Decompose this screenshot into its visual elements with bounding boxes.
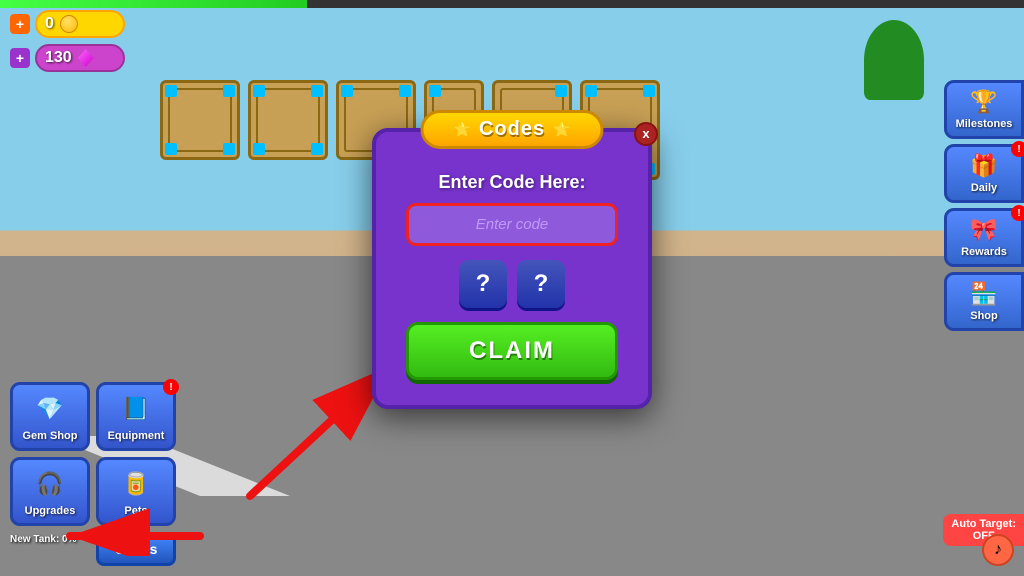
- crate-dot: [585, 85, 597, 97]
- shop-button[interactable]: 🏪 Shop: [944, 272, 1024, 331]
- milestones-icon: 🏆: [970, 89, 997, 115]
- mystery-icon-1: ?: [476, 270, 491, 298]
- right-side-menu: 🏆 Milestones ! 🎁 Daily ! 🎀 Rewards 🏪 Sho…: [944, 80, 1024, 331]
- rewards-label: Rewards: [961, 246, 1007, 258]
- modal-close-button[interactable]: x: [634, 122, 658, 146]
- pets-button[interactable]: 🥫 Pets: [96, 457, 176, 526]
- star-left-icon: ⭐: [454, 121, 471, 138]
- coin-bar: + 0: [10, 10, 125, 38]
- star-right-icon: ⭐: [553, 121, 570, 138]
- mystery-icon-2: ?: [534, 270, 549, 298]
- add-coins-button[interactable]: +: [10, 14, 30, 34]
- music-button[interactable]: ♪: [982, 534, 1014, 566]
- milestones-label: Milestones: [956, 118, 1013, 130]
- mystery-button-2[interactable]: ?: [517, 260, 565, 308]
- rewards-badge: !: [1011, 205, 1024, 221]
- gem-bar: + 130: [10, 44, 125, 72]
- crate-dot: [253, 85, 265, 97]
- crate: [160, 80, 240, 160]
- daily-badge: !: [1011, 141, 1024, 157]
- crate-dot: [429, 85, 441, 97]
- new-tank-text: New Tank: 0%: [10, 532, 90, 566]
- crate-dot: [341, 85, 353, 97]
- progress-bar-fill: [0, 0, 307, 8]
- music-icon: ♪: [994, 541, 1002, 559]
- equipment-button[interactable]: ! 📘 Equipment: [96, 382, 176, 451]
- upgrades-button[interactable]: 🎧 Upgrades: [10, 457, 90, 526]
- gem-value: 130: [45, 49, 72, 67]
- enter-code-label: Enter Code Here:: [406, 172, 618, 193]
- progress-bar: [0, 0, 1024, 8]
- equipment-badge: !: [163, 379, 179, 395]
- upgrades-label: Upgrades: [25, 505, 76, 517]
- crate-dot: [311, 85, 323, 97]
- crate-dot: [165, 143, 177, 155]
- modal-title: Codes: [479, 118, 545, 141]
- coin-value: 0: [45, 15, 54, 33]
- crate-dot: [253, 143, 265, 155]
- daily-button[interactable]: ! 🎁 Daily: [944, 144, 1024, 203]
- coin-display: 0: [35, 10, 125, 38]
- mystery-button-1[interactable]: ?: [459, 260, 507, 308]
- hud-topleft: + 0 + 130: [10, 10, 125, 72]
- crate-dot: [165, 85, 177, 97]
- crate: [248, 80, 328, 160]
- close-icon: x: [642, 126, 649, 141]
- claim-button[interactable]: CLAIM: [406, 322, 618, 380]
- gem-shop-button[interactable]: 💎 Gem Shop: [10, 382, 90, 451]
- rewards-button[interactable]: ! 🎀 Rewards: [944, 208, 1024, 267]
- equipment-label: Equipment: [108, 430, 165, 442]
- crate-dot: [399, 85, 411, 97]
- mystery-buttons-row: ? ?: [406, 260, 618, 308]
- upgrades-icon: 🎧: [32, 466, 68, 502]
- daily-icon: 🎁: [970, 153, 997, 179]
- shop-label: Shop: [970, 310, 998, 322]
- bottom-left-menu: 💎 Gem Shop ! 📘 Equipment 🎧 Upgrades 🥫 Pe…: [10, 382, 176, 566]
- gem-shop-icon: 💎: [32, 391, 68, 427]
- gem-display: 130: [35, 44, 125, 72]
- add-gems-button[interactable]: +: [10, 48, 30, 68]
- pets-icon: 🥫: [118, 466, 154, 502]
- milestones-button[interactable]: 🏆 Milestones: [944, 80, 1024, 139]
- coin-icon: [60, 15, 78, 33]
- codes-button[interactable]: Codes: [96, 532, 176, 566]
- gem-icon: [78, 49, 94, 67]
- modal-title-banner: ⭐ Codes ⭐: [421, 110, 604, 149]
- game-background: + 0 + 130 💎 Gem Shop ! 📘 Equipment 🎧: [0, 0, 1024, 576]
- gem-shop-label: Gem Shop: [22, 430, 77, 442]
- daily-label: Daily: [971, 182, 997, 194]
- shop-icon: 🏪: [970, 281, 997, 307]
- crate-dot: [311, 143, 323, 155]
- code-input[interactable]: [406, 203, 618, 246]
- crate-dot: [223, 85, 235, 97]
- rewards-icon: 🎀: [970, 217, 997, 243]
- crate-dot: [555, 85, 567, 97]
- crate-dot: [643, 85, 655, 97]
- pets-label: Pets: [124, 505, 147, 517]
- codes-modal: ⭐ Codes ⭐ x Enter Code Here: ? ?: [372, 128, 652, 409]
- equipment-icon: 📘: [118, 391, 154, 427]
- crate-dot: [223, 143, 235, 155]
- tree: [864, 20, 924, 100]
